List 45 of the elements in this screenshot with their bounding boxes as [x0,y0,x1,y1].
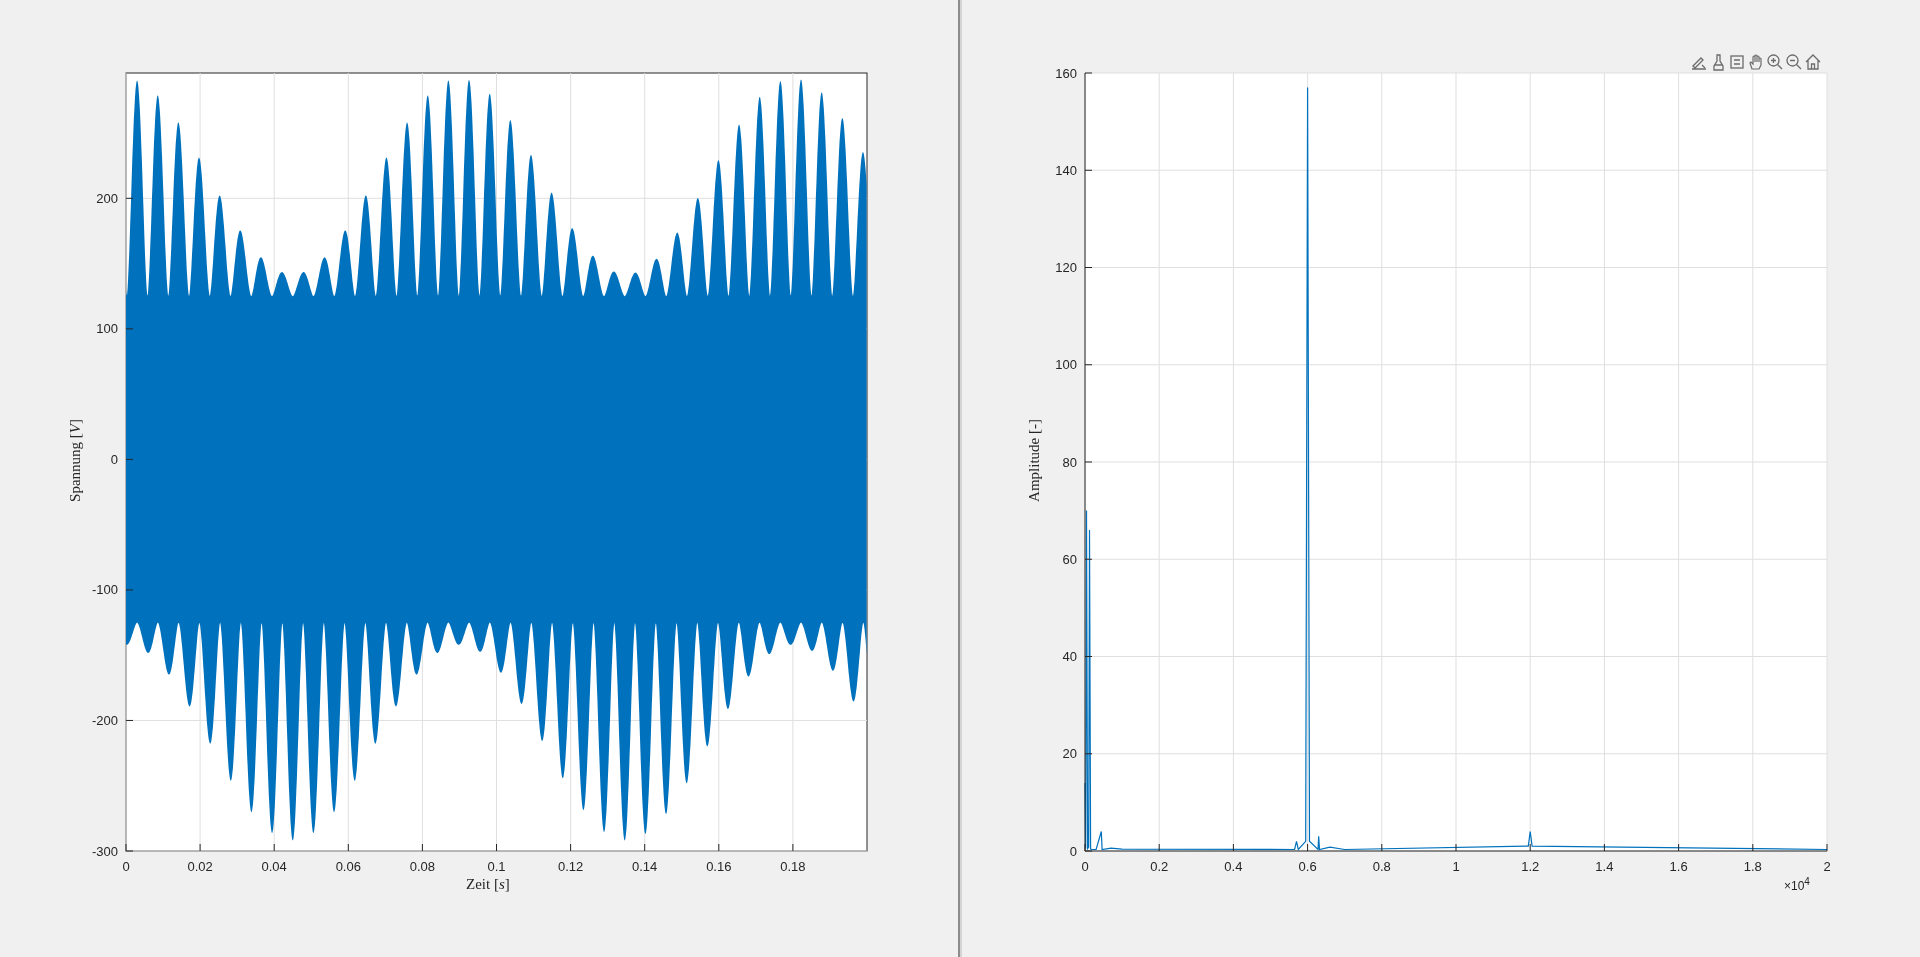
tick-label: 0.14 [632,859,658,874]
tick-label: 40 [1062,649,1077,664]
axis-label: Zeit [s] [466,876,510,893]
tick-label: 0 [122,859,130,874]
tick-label: 0 [1081,859,1089,874]
tick-label: 0.1 [487,859,506,874]
tick-label: -200 [91,712,118,728]
tick-label: -300 [91,843,118,859]
tick-label: 1.2 [1521,859,1540,874]
tick-label: 1.6 [1669,859,1688,874]
tick-label: 80 [1062,454,1077,470]
tick-label: 0.04 [261,859,287,874]
tick-label: 140 [1055,162,1077,178]
list-icon[interactable] [1728,53,1746,71]
tick-label: 0 [110,451,118,467]
tick-label: -100 [91,582,118,598]
hand-icon[interactable] [1747,53,1765,71]
tick-label: 0.6 [1298,859,1317,874]
tick-label: 0.16 [706,859,732,874]
tick-label: 1 [1452,859,1460,874]
tick-label: 0.2 [1150,859,1169,874]
tick-label: 0.08 [409,859,436,874]
axis-label: Spannung [V] [66,419,84,502]
tick-label: 0.06 [335,859,361,874]
home-icon[interactable] [1804,53,1822,71]
tick-label: 0.02 [187,859,213,874]
axis-label: Amplitude [-] [1025,419,1043,502]
tick-label: 0 [1069,843,1077,859]
axis-multiplier: ×10$^{4}$ [1784,876,1810,893]
zoom-out-icon[interactable] [1785,53,1803,71]
tick-label: 2 [1823,859,1831,874]
tick-label: 100 [1055,357,1077,373]
tick-label: 120 [1055,260,1077,275]
zoom-in-icon[interactable] [1766,53,1784,71]
tick-label: 0.4 [1224,859,1243,874]
tick-label: 60 [1062,551,1077,567]
tick-label: 1.8 [1743,859,1762,874]
tick-label: 20 [1062,746,1077,762]
tick-label: 1.4 [1595,859,1614,874]
tick-label: 100 [96,321,118,337]
tick-label: 0.12 [557,859,584,874]
tick-label: 0.8 [1372,859,1391,874]
tick-label: 160 [1055,65,1077,81]
tick-label: 0.18 [780,859,806,874]
tick-label: 200 [96,190,118,206]
